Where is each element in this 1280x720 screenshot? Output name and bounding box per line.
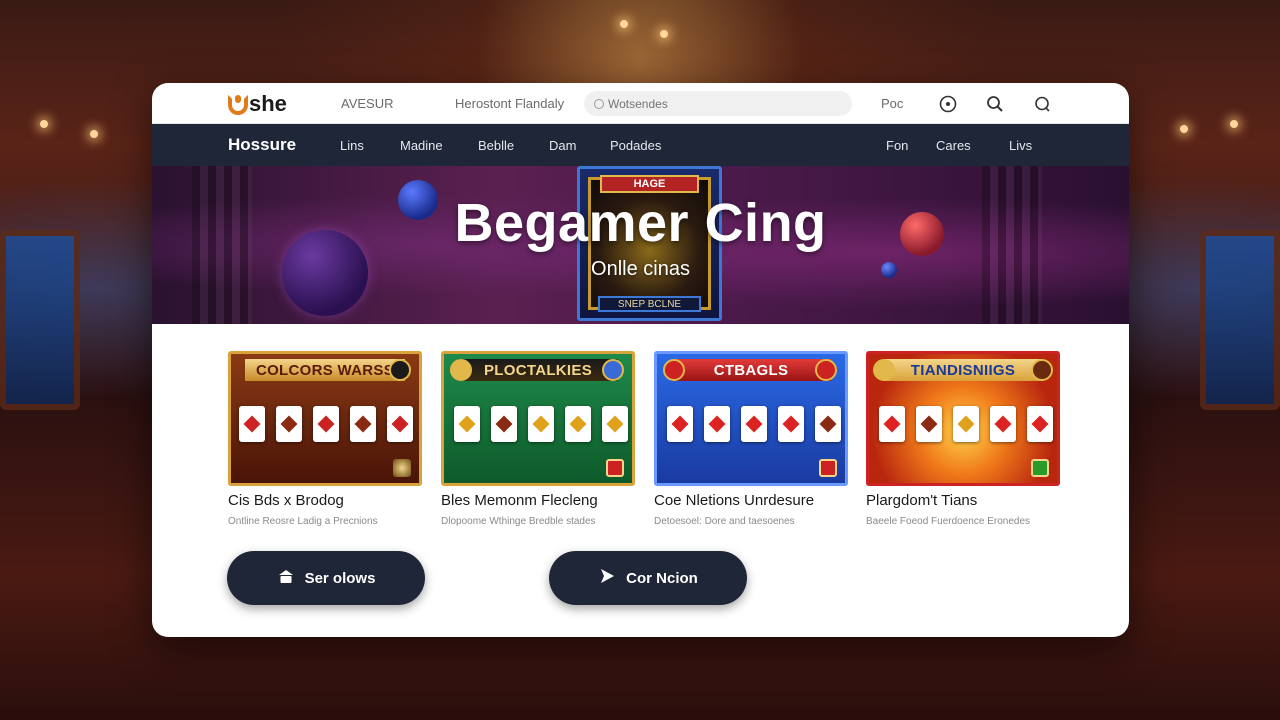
card-icon <box>276 406 302 442</box>
hero-card-caption: SNEP BCLNE <box>598 296 701 312</box>
hero-title: Begamer Cing <box>454 193 827 253</box>
bg-light <box>90 130 98 138</box>
search-icon[interactable] <box>985 94 1005 114</box>
logo-icon <box>228 95 248 115</box>
game-card[interactable]: TIANDISNIIGS Plargdom't Tians Baeele Foe… <box>866 351 1060 527</box>
play-icon <box>598 567 616 589</box>
game-thumbnail[interactable]: COLCORS WARSS <box>228 351 422 486</box>
card-icon <box>565 406 591 442</box>
bg-light <box>660 30 668 38</box>
card-icon <box>491 406 517 442</box>
hero-card-label: HAGE <box>600 175 699 193</box>
card-icon <box>387 406 413 442</box>
home-icon <box>277 567 295 589</box>
main-navbar: Hossure Lins Madine Beblle Dam Podades F… <box>152 124 1129 166</box>
game-description: Detoesoel: Dore and taesoenes <box>654 516 795 527</box>
nav-item-livs[interactable]: Livs <box>1009 138 1032 153</box>
search-icon <box>594 98 604 109</box>
coin-icon <box>602 359 624 381</box>
card-icon <box>990 406 1016 442</box>
thumb-title: PLOCTALKIES <box>458 359 618 381</box>
nav-item-podades[interactable]: Podades <box>610 138 661 153</box>
card-icon <box>879 406 905 442</box>
nav-item-madine[interactable]: Madine <box>400 138 443 153</box>
spade-icon <box>450 359 472 381</box>
card-icon <box>953 406 979 442</box>
card-icon <box>815 406 841 442</box>
game-description: Baeele Foeod Fuerdoence Eronedes <box>866 516 1031 527</box>
thumb-title: TIANDISNIIGS <box>883 359 1043 381</box>
game-title[interactable]: Coe Nletions Unrdesure <box>654 492 848 509</box>
coin-icon <box>393 459 411 477</box>
dice-icon <box>1031 459 1049 477</box>
game-title[interactable]: Bles Memonm Flecleng <box>441 492 635 509</box>
game-card[interactable]: CTBAGLS Coe Nletions Unrdesure Detoesoel… <box>654 351 848 527</box>
topbar-link-3[interactable]: Poc <box>881 96 903 111</box>
bg-light <box>1180 125 1188 133</box>
thumb-title: CTBAGLS <box>671 359 831 381</box>
card-icon <box>1027 406 1053 442</box>
game-grid: COLCORS WARSS Cis Bds x Brodog Ontline R… <box>228 351 1060 527</box>
hero-subtitle: Onlle cinas <box>591 258 690 280</box>
bg-light <box>620 20 628 28</box>
card-icon <box>667 406 693 442</box>
top-bar: she AVESUR Herostont Flandaly Poc <box>152 83 1129 124</box>
nav-brand[interactable]: Hossure <box>228 135 296 155</box>
primary-button-label: Ser olows <box>304 569 376 587</box>
game-thumbnail[interactable]: CTBAGLS <box>654 351 848 486</box>
chat-icon[interactable] <box>1032 94 1052 114</box>
casino-website-window: she AVESUR Herostont Flandaly Poc Hossur… <box>152 83 1129 637</box>
thumb-title: COLCORS WARSS <box>245 359 405 381</box>
bg-slot-machine-right <box>1200 230 1280 410</box>
game-thumbnail[interactable]: PLOCTALKIES <box>441 351 635 486</box>
topbar-link-2[interactable]: Herostont Flandaly <box>455 96 564 111</box>
coin-icon <box>1031 359 1053 381</box>
bg-light <box>40 120 48 128</box>
card-icon <box>741 406 767 442</box>
bg-light <box>1230 120 1238 128</box>
game-title[interactable]: Plargdom't Tians <box>866 492 1060 509</box>
primary-button[interactable]: Ser olows <box>227 551 425 605</box>
nav-item-lins[interactable]: Lins <box>340 138 364 153</box>
card-icon <box>350 406 376 442</box>
target-icon[interactable] <box>938 94 958 114</box>
coin-icon <box>873 359 895 381</box>
logo-text: she <box>249 91 287 116</box>
coin-icon <box>389 359 411 381</box>
search-input[interactable] <box>608 96 828 111</box>
nav-item-beblle[interactable]: Beblle <box>478 138 514 153</box>
card-icon <box>916 406 942 442</box>
bg-slot-machine-left <box>0 230 80 410</box>
hero-banner: HAGE SNEP BCLNE Begamer Cing Onlle cinas <box>152 166 1129 324</box>
nav-item-fon[interactable]: Fon <box>886 138 908 153</box>
game-title[interactable]: Cis Bds x Brodog <box>228 492 422 509</box>
dice-icon <box>606 459 624 477</box>
secondary-button[interactable]: Cor Ncion <box>549 551 747 605</box>
card-icon <box>778 406 804 442</box>
game-card[interactable]: COLCORS WARSS Cis Bds x Brodog Ontline R… <box>228 351 422 527</box>
nav-item-dam[interactable]: Dam <box>549 138 576 153</box>
search-bar[interactable] <box>584 91 852 116</box>
card-icon <box>528 406 554 442</box>
secondary-button-label: Cor Ncion <box>626 569 698 587</box>
site-logo[interactable]: she <box>228 91 287 117</box>
chip-icon <box>663 359 685 381</box>
card-icon <box>239 406 265 442</box>
game-card[interactable]: PLOCTALKIES Bles Memonm Flecleng Dlopoom… <box>441 351 635 527</box>
chip-icon <box>815 359 837 381</box>
game-description: Dlopoome Wthinge Bredble stades <box>441 516 596 527</box>
topbar-link-1[interactable]: AVESUR <box>341 96 394 111</box>
game-thumbnail[interactable]: TIANDISNIIGS <box>866 351 1060 486</box>
game-description: Ontline Reosre Ladig a Precnions <box>228 516 378 527</box>
dice-icon <box>819 459 837 477</box>
nav-item-cares[interactable]: Cares <box>936 138 971 153</box>
card-icon <box>313 406 339 442</box>
card-icon <box>704 406 730 442</box>
card-icon <box>602 406 628 442</box>
card-icon <box>454 406 480 442</box>
